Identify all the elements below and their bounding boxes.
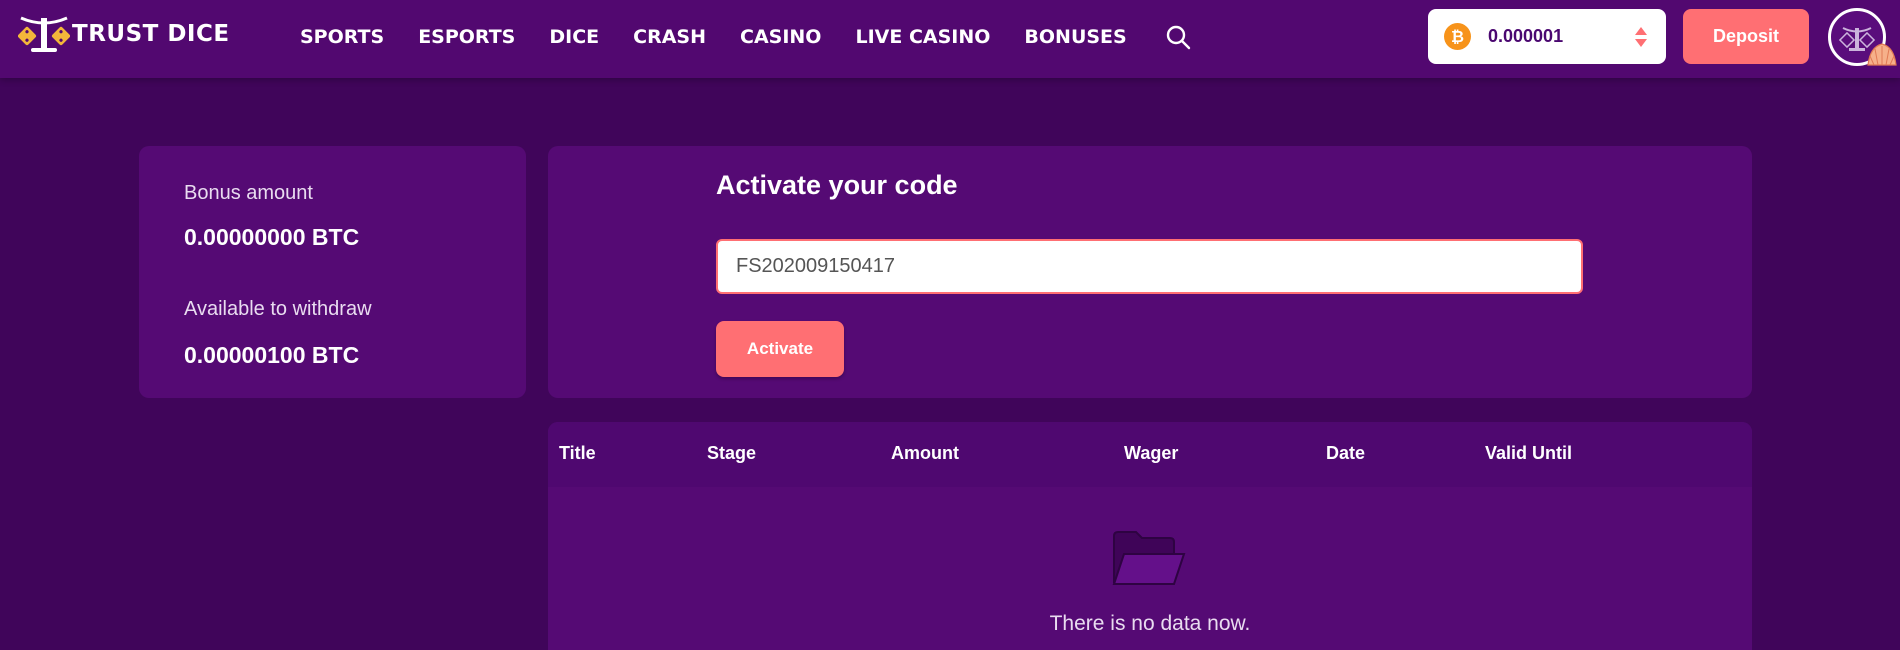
bonus-amount-value: 0.00000000 BTC — [184, 224, 360, 250]
column-amount: Amount — [891, 443, 959, 463]
empty-state-text: There is no data now. — [1049, 612, 1251, 635]
search-icon[interactable] — [1165, 24, 1191, 50]
user-avatar[interactable] — [1828, 8, 1897, 66]
activate-code-card: Activate your code Activate — [548, 146, 1752, 398]
column-valid-until: Valid Until — [1485, 443, 1573, 463]
currency-toggle-icon[interactable] — [1634, 26, 1648, 48]
withdraw-value: 0.00000100 BTC — [184, 342, 360, 368]
nav-esports[interactable]: ESPORTS — [418, 26, 515, 48]
bonus-amount-label: Bonus amount — [184, 182, 313, 204]
shell-badge-icon — [1867, 43, 1897, 66]
empty-folder-icon — [1112, 531, 1186, 585]
deposit-button[interactable]: Deposit — [1683, 9, 1809, 64]
activate-button[interactable]: Activate — [716, 321, 844, 377]
nav-sports[interactable]: SPORTS — [300, 26, 384, 48]
brand-logo[interactable]: TRUST DICE — [18, 14, 230, 54]
wallet-selector[interactable]: ₿ 0.000001 — [1428, 9, 1666, 64]
withdraw-label: Available to withdraw — [184, 298, 372, 320]
column-title: Title — [559, 443, 596, 463]
column-stage: Stage — [707, 443, 757, 463]
promo-code-input[interactable] — [716, 239, 1583, 294]
bonus-summary-card: Bonus amount 0.00000000 BTC Available to… — [139, 146, 526, 398]
nav-dice[interactable]: DICE — [549, 26, 599, 48]
nav-live-casino[interactable]: LIVE CASINO — [855, 26, 990, 48]
nav-crash[interactable]: CRASH — [633, 26, 706, 48]
wallet-balance: 0.000001 — [1488, 26, 1564, 46]
top-header: TRUST DICE SPORTS ESPORTS DICE CRASH CAS… — [0, 0, 1900, 78]
scales-logo-icon — [18, 16, 70, 52]
bitcoin-icon: ₿ — [1444, 23, 1471, 50]
table-header: Title Stage Amount Wager Date Valid Unti… — [548, 422, 1752, 487]
bonus-table: Title Stage Amount Wager Date Valid Unti… — [548, 422, 1752, 650]
activate-title: Activate your code — [716, 170, 958, 200]
nav-casino[interactable]: CASINO — [740, 26, 821, 48]
brand-name: TRUST DICE — [72, 21, 230, 47]
nav-bonuses[interactable]: BONUSES — [1024, 26, 1126, 48]
main-nav: SPORTS ESPORTS DICE CRASH CASINO LIVE CA… — [300, 0, 1191, 74]
column-wager: Wager — [1124, 443, 1179, 463]
column-date: Date — [1326, 443, 1366, 463]
